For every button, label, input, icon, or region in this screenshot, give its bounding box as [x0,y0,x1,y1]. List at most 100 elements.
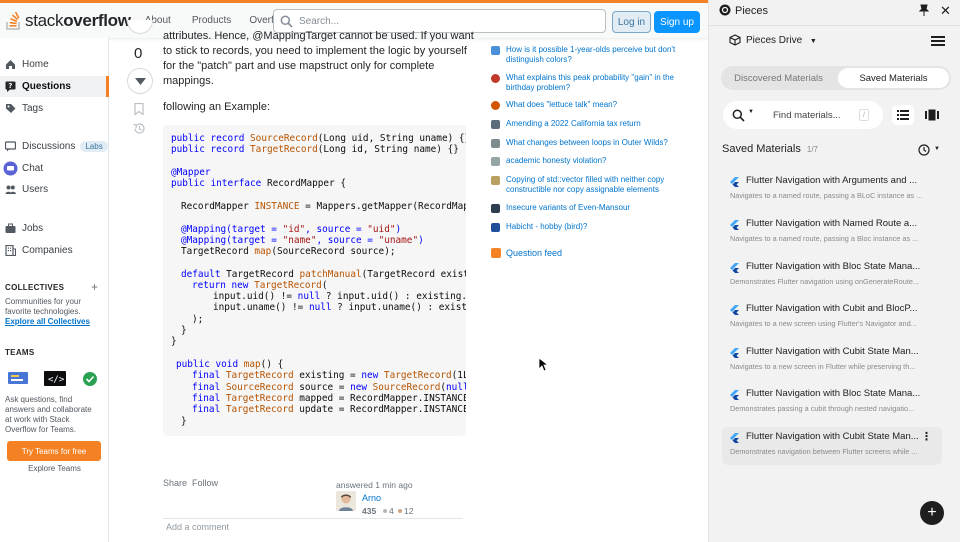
caret-down-icon: ▼ [809,38,817,45]
teams-illustration: </> [7,370,99,388]
site-icon [491,204,500,213]
material-item[interactable]: Flutter Navigation with Named Route a...… [722,214,942,252]
search-icon [732,109,745,122]
material-item[interactable]: Flutter Navigation with Bloc State Mana.… [722,257,942,295]
site-icon [491,139,500,148]
answer-text-line-3: for the "patch" part and use mapstruct o… [163,60,435,72]
hot-question[interactable]: Copying of std::vector filled with neith… [491,175,682,195]
sidebar-item-chat[interactable]: Chat [0,158,109,179]
pin-icon[interactable] [919,4,929,16]
sort-caret-icon[interactable]: ▼ [934,146,940,152]
nav-products[interactable]: Products [192,15,231,26]
collectives-title: COLLECTIVES [5,283,65,292]
hot-question[interactable]: What does "lettuce talk" mean? [491,100,682,110]
materials-tabs: Discovered Materials Saved Materials [721,66,951,90]
downvote-button[interactable] [127,68,153,94]
saved-materials-header: Saved Materials 1/7 [722,143,818,155]
chat-icon [3,161,18,176]
add-collective-icon[interactable]: + [91,280,98,294]
bronze-badge-count: 12 [404,506,414,516]
sidebar-item-companies[interactable]: Companies [0,240,109,261]
flutter-icon [730,348,739,358]
material-item[interactable]: Flutter Navigation with Cubit State Man.… [722,427,942,465]
question-feed-link[interactable]: Question feed [491,248,682,258]
explore-collectives-link[interactable]: Explore all Collectives [5,317,100,327]
users-icon [5,184,16,195]
answer-text-line-2: to stick to records, you need to impleme… [163,45,467,57]
explore-teams-link[interactable]: Explore Teams [0,464,109,473]
more-options-icon[interactable]: ⋮ [921,430,932,443]
sidebar-item-questions[interactable]: ? Questions [0,76,109,97]
list-icon [897,110,909,120]
add-material-button[interactable]: + [920,501,944,525]
close-icon[interactable]: ✕ [940,3,951,19]
search-filter-caret-icon[interactable]: ▼ [748,109,754,115]
share-link[interactable]: Share [163,478,187,488]
history-icon[interactable] [132,122,146,135]
hot-question[interactable]: Habicht - hobby (bird)? [491,222,682,232]
search-placeholder: Search... [299,15,340,27]
site-logo[interactable]: stackoverflow [6,6,131,36]
code-block[interactable]: public record SourceRecord(Long uid, Str… [163,125,466,436]
pieces-title: Pieces [735,5,769,17]
comment-divider [163,518,463,519]
slash-shortcut: / [859,109,869,121]
sidebar-item-users[interactable]: Users [0,179,109,200]
material-item[interactable]: Flutter Navigation with Cubit and BlocP.… [722,299,942,337]
user-avatar[interactable] [336,491,356,511]
find-materials-input[interactable]: ▼ Find materials... / [723,101,883,129]
logo-text-bold: overflow [63,10,131,30]
bookmark-icon[interactable] [134,102,144,116]
clock-icon[interactable] [918,144,930,156]
saved-count: 1/7 [806,145,818,154]
hot-question[interactable]: academic honesty violation? [491,156,682,166]
material-item[interactable]: Flutter Navigation with Cubit State Man.… [722,342,942,380]
site-icon [491,46,500,55]
follow-link[interactable]: Follow [192,478,218,488]
search-icon [280,15,293,28]
hot-question[interactable]: What changes between loops in Outer Wild… [491,138,682,148]
hot-question[interactable]: What explains this peak probability "gai… [491,73,682,93]
sidebar-label-users: Users [22,184,49,195]
hot-question[interactable]: Insecure variants of Even-Mansour [491,203,682,213]
material-item[interactable]: Flutter Navigation with Arguments and ..… [722,171,942,209]
flutter-icon [730,433,739,443]
silver-badge-icon [383,509,387,513]
flutter-icon [730,263,739,273]
flutter-icon [730,177,739,187]
signup-button[interactable]: Sign up [654,11,700,33]
left-sidebar: Home ? Questions Tags Discussions Labs C… [0,38,109,542]
tab-discovered-materials[interactable]: Discovered Materials [721,66,836,90]
sidebar-label-chat: Chat [22,163,44,174]
gallery-view-icon[interactable] [925,109,939,121]
logo-text-light: stack [25,10,64,30]
sidebar-item-jobs[interactable]: Jobs [0,218,109,239]
site-icon [491,157,500,166]
try-teams-button[interactable]: Try Teams for free [7,441,101,461]
sidebar-item-home[interactable]: Home [0,54,109,75]
sidebar-item-tags[interactable]: Tags [0,98,109,119]
tab-saved-materials[interactable]: Saved Materials [838,68,949,88]
login-button[interactable]: Log in [612,11,651,33]
hot-question[interactable]: Amending a 2022 California tax return [491,119,682,129]
sidebar-label-questions: Questions [22,81,71,92]
pieces-drive-dropdown[interactable]: Pieces Drive ▼ [746,35,817,46]
site-icon [491,74,500,83]
sidebar-item-discussions[interactable]: Discussions Labs [0,136,109,157]
pieces-panel: Pieces ✕ Pieces Drive ▼ Discovered Mater… [709,0,960,542]
questions-icon: ? [5,81,16,92]
building-icon [5,245,16,256]
discussions-icon [5,141,16,152]
hamburger-menu-icon[interactable] [931,35,945,46]
svg-text:?: ? [8,82,12,90]
hot-question[interactable]: How is it possible 1-year-olds perceive … [491,45,682,65]
answered-time: answered 1 min ago [336,480,413,490]
add-comment-link[interactable]: Add a comment [166,522,229,532]
answer-text-line-1: attributes. Hence, @MappingTarget cannot… [163,30,474,42]
material-item[interactable]: Flutter Navigation with Bloc State Mana.… [722,384,942,422]
user-name[interactable]: Arno [362,493,381,503]
list-view-button[interactable] [892,105,914,125]
home-icon [5,59,16,70]
saved-materials-title: Saved Materials [722,143,801,155]
example-label: following an Example: [163,101,271,113]
